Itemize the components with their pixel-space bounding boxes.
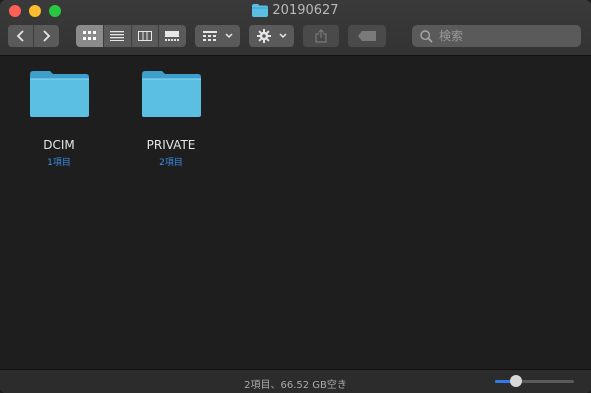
folder-icon bbox=[142, 71, 201, 117]
status-bar: 2項目、66.52 GB空き bbox=[0, 369, 591, 393]
gear-icon bbox=[256, 29, 271, 43]
icon-view-icon bbox=[82, 31, 96, 40]
group-by-button[interactable] bbox=[195, 25, 240, 47]
folder-item-count: 2項目 bbox=[159, 158, 183, 168]
gallery-view-icon bbox=[165, 31, 180, 41]
folder-item-count: 1項目 bbox=[47, 158, 71, 168]
share-icon bbox=[315, 29, 327, 43]
folder-icon bbox=[252, 4, 269, 17]
tag-button[interactable] bbox=[348, 25, 386, 47]
chevron-right-icon bbox=[43, 30, 51, 42]
search-input[interactable] bbox=[437, 28, 571, 44]
folder-name: DCIM bbox=[43, 138, 75, 152]
file-browser-area: DCIM 1項目 PRIVATE 2項目 bbox=[0, 56, 591, 369]
folder-item-private[interactable]: PRIVATE 2項目 bbox=[126, 70, 216, 168]
search-icon bbox=[420, 29, 433, 43]
search-field[interactable] bbox=[412, 25, 581, 47]
chevron-left-icon bbox=[16, 30, 24, 42]
window-title: 20190627 bbox=[0, 3, 591, 18]
back-button[interactable] bbox=[8, 25, 34, 47]
grid-group-icon bbox=[202, 31, 217, 41]
tag-icon bbox=[358, 31, 376, 41]
slider-knob[interactable] bbox=[510, 375, 522, 387]
chevron-down-icon bbox=[278, 33, 287, 39]
chevron-down-icon bbox=[224, 33, 233, 39]
status-info: 2項目、66.52 GB空き bbox=[244, 380, 347, 391]
toolbar-area: 20190627 bbox=[0, 0, 591, 56]
gallery-view-button[interactable] bbox=[158, 25, 186, 47]
icon-view-button[interactable] bbox=[76, 25, 105, 47]
forward-button[interactable] bbox=[34, 25, 59, 47]
folder-icon bbox=[30, 71, 89, 117]
folder-item-dcim[interactable]: DCIM 1項目 bbox=[14, 70, 104, 168]
action-button[interactable] bbox=[249, 25, 294, 47]
window-title-text: 20190627 bbox=[272, 3, 339, 18]
icon-size-slider[interactable] bbox=[495, 375, 574, 387]
share-button[interactable] bbox=[303, 25, 339, 47]
nav-buttons bbox=[8, 25, 59, 47]
view-mode-control bbox=[76, 25, 186, 47]
list-view-button[interactable] bbox=[104, 25, 132, 47]
column-view-button[interactable] bbox=[131, 25, 159, 47]
folder-name: PRIVATE bbox=[146, 138, 196, 152]
list-view-icon bbox=[110, 31, 125, 41]
finder-window: 20190627 検索 DCIM 1項目 PRIVATE 2項目 2項目、66.… bbox=[0, 0, 591, 393]
column-view-icon bbox=[137, 31, 152, 41]
